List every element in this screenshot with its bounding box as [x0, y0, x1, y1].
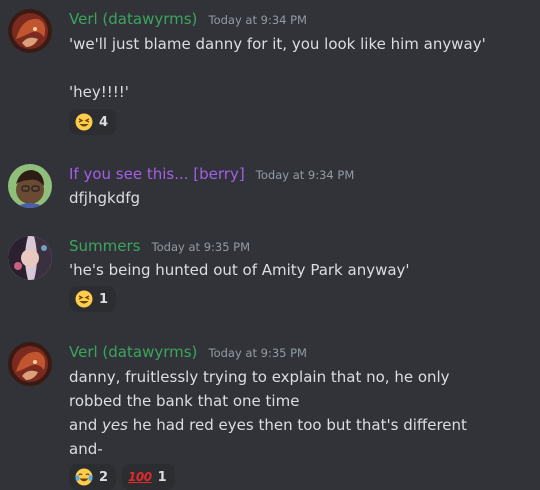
- timestamp: Today at 9:34 PM: [208, 13, 307, 27]
- avatar[interactable]: [8, 9, 52, 53]
- message-text: robbed the bank that one time: [69, 392, 300, 410]
- author-name[interactable]: Verl (datawyrms): [69, 343, 197, 361]
- hundred-points-icon: 100: [128, 470, 152, 484]
- reaction-button[interactable]: 4: [69, 109, 117, 135]
- timestamp: Today at 9:34 PM: [255, 168, 355, 182]
- reaction-count: 4: [99, 114, 109, 130]
- author-name[interactable]: If you see this... [berry]: [69, 165, 245, 183]
- reaction-button[interactable]: 1: [69, 286, 117, 312]
- italic-text-run: yes: [102, 416, 128, 434]
- message-text: 'he's being hunted out of Amity Park any…: [69, 261, 410, 279]
- face-with-tears-of-joy-icon: [75, 468, 93, 486]
- message-text: 'hey!!!!': [69, 83, 129, 101]
- text-run: he had red eyes then too but that's diff…: [127, 416, 467, 434]
- reaction-button[interactable]: 2: [69, 464, 117, 490]
- timestamp: Today at 9:35 PM: [151, 240, 251, 254]
- reaction-count: 2: [99, 469, 109, 485]
- grinning-squinting-face-icon: [75, 113, 93, 131]
- message-text: dfjhgkdfg: [69, 189, 141, 207]
- reaction-count: 1: [157, 469, 167, 485]
- text-run: and: [69, 416, 102, 434]
- message-text: and yes he had red eyes then too but tha…: [69, 416, 467, 434]
- timestamp: Today at 9:35 PM: [208, 346, 307, 360]
- reaction-button[interactable]: 100 1: [122, 464, 175, 490]
- avatar[interactable]: [8, 164, 52, 208]
- reaction-count: 1: [99, 291, 109, 307]
- message-text: and-: [69, 440, 103, 458]
- avatar[interactable]: [8, 236, 52, 280]
- author-name[interactable]: Summers: [69, 237, 140, 255]
- author-name[interactable]: Verl (datawyrms): [69, 10, 197, 28]
- avatar[interactable]: [8, 342, 52, 386]
- grinning-squinting-face-icon: [75, 290, 93, 308]
- message-text: danny, fruitlessly trying to explain tha…: [69, 368, 450, 386]
- message-text: 'we'll just blame danny for it, you look…: [69, 35, 486, 53]
